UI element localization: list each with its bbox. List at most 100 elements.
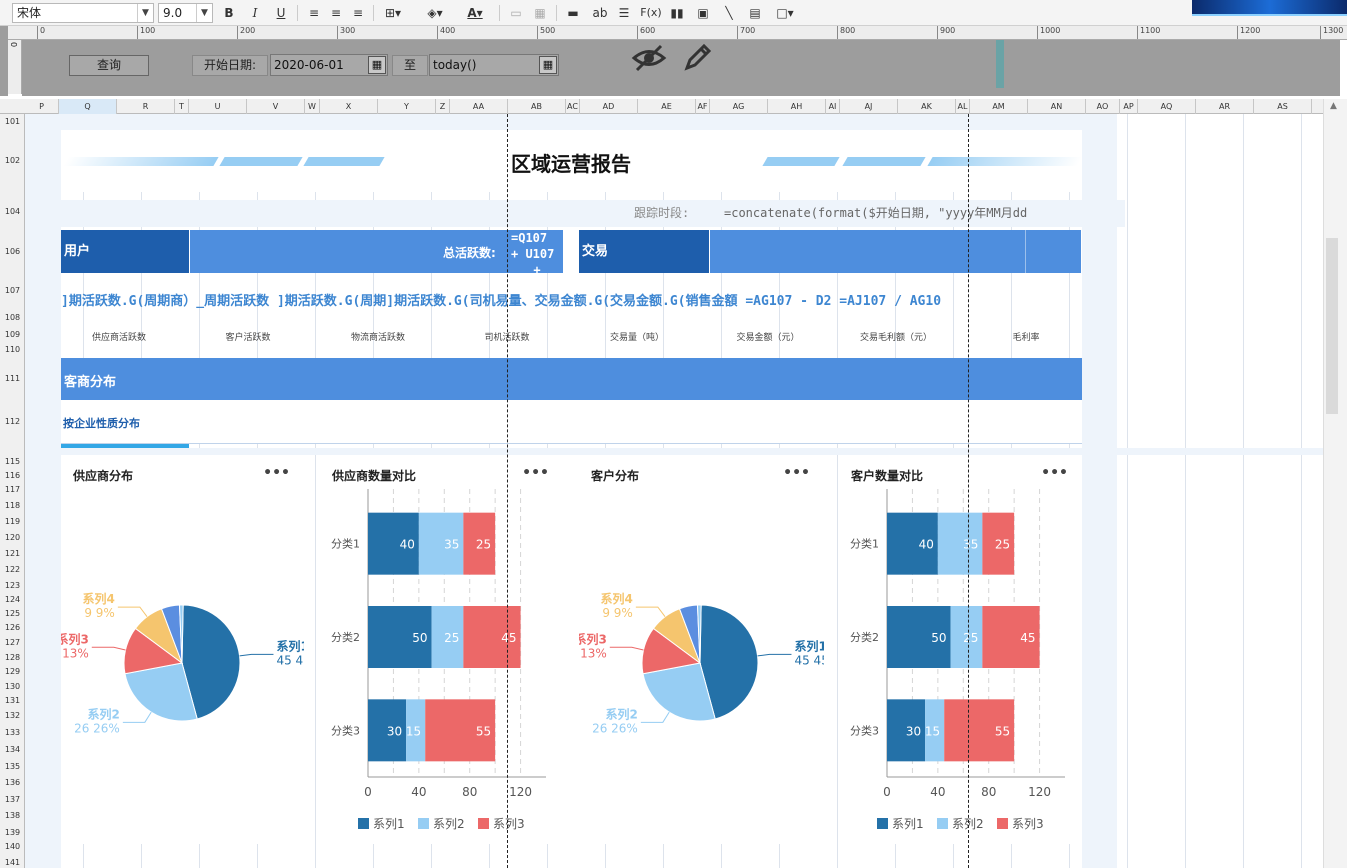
chart-card-customer-dist[interactable]: 客户分布 ••• 系列145 45% 系列226 26% 系列33 13% 系列49 … <box>569 455 840 844</box>
font-family-select[interactable]: 宋体 ▼ <box>12 3 154 23</box>
column-header[interactable]: AG <box>710 99 768 114</box>
column-header[interactable]: Y <box>378 99 436 114</box>
insert-row-icon[interactable]: ▬ <box>564 4 582 22</box>
bold-button[interactable]: B <box>220 4 238 22</box>
text-tool-button[interactable]: ab <box>590 4 610 22</box>
calendar-icon[interactable]: ▦ <box>539 56 557 74</box>
column-header[interactable]: R <box>117 99 175 114</box>
align-left-icon[interactable]: ≡ <box>305 4 323 22</box>
column-header[interactable]: AO <box>1086 99 1120 114</box>
row-header[interactable]: 124 <box>0 595 25 604</box>
row-header[interactable]: 126 <box>0 623 25 632</box>
column-header[interactable]: AH <box>768 99 826 114</box>
merge-cells-icon[interactable]: ▭ <box>507 4 525 22</box>
row-header[interactable]: 112 <box>0 417 25 426</box>
column-header[interactable]: AQ <box>1138 99 1196 114</box>
formula-button[interactable]: F(x) <box>640 4 662 22</box>
row-header[interactable]: 141 <box>0 858 25 867</box>
row-header[interactable]: 109 <box>0 330 25 339</box>
column-header[interactable]: AJ <box>840 99 898 114</box>
row-header[interactable]: 119 <box>0 517 25 526</box>
row-header[interactable]: 123 <box>0 581 25 590</box>
column-header[interactable]: X <box>320 99 378 114</box>
track-formula-cell[interactable]: =concatenate(format($开始日期, "yyyy年MM月dd <box>724 204 1082 221</box>
row-header[interactable]: 110 <box>0 345 25 354</box>
chart-icon[interactable]: ▮▮ <box>668 4 686 22</box>
row-header[interactable]: 137 <box>0 795 25 804</box>
row-header[interactable]: 125 <box>0 609 25 618</box>
row-header[interactable]: 131 <box>0 696 25 705</box>
column-header[interactable]: Z <box>436 99 450 114</box>
column-header[interactable]: AN <box>1028 99 1086 114</box>
row-header[interactable]: 135 <box>0 762 25 771</box>
column-header[interactable]: AR <box>1196 99 1254 114</box>
scroll-up-icon[interactable]: ▲ <box>1330 101 1337 111</box>
frame-icon[interactable]: □▾ <box>772 4 798 22</box>
chevron-down-icon[interactable]: ▼ <box>196 4 212 22</box>
row-header[interactable]: 118 <box>0 501 25 510</box>
column-header[interactable]: U <box>189 99 247 114</box>
row-header[interactable]: 117 <box>0 485 25 494</box>
column-header[interactable]: AL <box>956 99 970 114</box>
column-header[interactable]: V <box>247 99 305 114</box>
column-header[interactable]: AS <box>1254 99 1312 114</box>
chart-card-supplier-compare[interactable]: 供应商数量对比 ••• 分类1 40 35 25 分类2 50 25 45 分类3 30 15 55 0… <box>320 455 563 844</box>
column-header[interactable]: AP <box>1120 99 1138 114</box>
param-pane-boundary[interactable] <box>996 40 1004 88</box>
row-header[interactable]: 128 <box>0 653 25 662</box>
chart-card-supplier-dist[interactable]: 供应商分布 ••• 系列145 45% 系列226 26% 系列33 13% 系列49… <box>51 455 322 844</box>
italic-button[interactable]: I <box>246 4 264 22</box>
row-header[interactable]: 129 <box>0 667 25 676</box>
row-header[interactable]: 133 <box>0 728 25 737</box>
column-header[interactable]: AA <box>450 99 508 114</box>
row-header[interactable]: 121 <box>0 549 25 558</box>
row-header[interactable]: 136 <box>0 778 25 787</box>
column-header[interactable]: AC <box>566 99 580 114</box>
chevron-down-icon[interactable]: ▼ <box>137 4 153 22</box>
column-header[interactable]: T <box>175 99 189 114</box>
row-header[interactable]: 102 <box>0 156 25 165</box>
column-header[interactable]: AE <box>638 99 696 114</box>
edit-pencil-icon[interactable] <box>682 41 714 73</box>
row-header[interactable]: 127 <box>0 638 25 647</box>
end-date-field[interactable]: today() ▦ <box>429 54 559 76</box>
total-active-formula[interactable]: =Q107 + U107 + <box>508 230 563 273</box>
calendar-icon[interactable]: ▦ <box>368 56 386 74</box>
subreport-icon[interactable]: ▤ <box>746 4 764 22</box>
column-header[interactable]: AM <box>970 99 1028 114</box>
vertical-scrollbar[interactable]: ▲ <box>1323 99 1347 868</box>
column-header[interactable]: AB <box>508 99 566 114</box>
row-header[interactable]: 139 <box>0 828 25 837</box>
row-header[interactable]: 138 <box>0 811 25 820</box>
chart-card-customer-compare[interactable]: 客户数量对比 ••• 分类1 40 35 25 分类2 50 25 45 分类3 30 15 55 0 4… <box>839 455 1082 844</box>
row-header[interactable]: 132 <box>0 711 25 720</box>
align-center-icon[interactable]: ≡ <box>327 4 345 22</box>
row-header[interactable]: 115 <box>0 457 25 466</box>
row-header[interactable]: 134 <box>0 745 25 754</box>
row-header[interactable]: 140 <box>0 842 25 851</box>
split-cells-icon[interactable]: ▦ <box>531 4 549 22</box>
paragraph-icon[interactable]: ☰ <box>615 4 633 22</box>
more-icon[interactable]: ••• <box>1041 465 1068 481</box>
query-button[interactable]: 查询 <box>69 55 149 76</box>
column-header[interactable]: W <box>305 99 320 114</box>
column-header[interactable]: AF <box>696 99 710 114</box>
row-header[interactable]: 122 <box>0 565 25 574</box>
image-icon[interactable]: ▣ <box>694 4 712 22</box>
more-icon[interactable]: ••• <box>522 465 549 481</box>
row-header[interactable]: 120 <box>0 533 25 542</box>
border-icon[interactable]: ⊞▾ <box>380 4 406 22</box>
hide-eye-icon[interactable] <box>631 42 667 74</box>
more-icon[interactable]: ••• <box>783 465 810 481</box>
row-header[interactable]: 116 <box>0 471 25 480</box>
row-header[interactable]: 130 <box>0 682 25 691</box>
align-right-icon[interactable]: ≡ <box>349 4 367 22</box>
slash-icon[interactable]: ╲ <box>720 4 738 22</box>
scrollbar-thumb[interactable] <box>1326 238 1338 414</box>
row-header[interactable]: 104 <box>0 207 25 216</box>
underline-button[interactable]: U <box>272 4 290 22</box>
column-header[interactable]: AI <box>826 99 840 114</box>
metric-value-row[interactable]: ]期活跃数.G(周期商）_周期活跃数 ]期活跃数.G(周期]期活跃数.G(司机易… <box>61 290 1082 309</box>
row-header[interactable]: 101 <box>0 117 25 126</box>
row-header[interactable]: 108 <box>0 313 25 322</box>
